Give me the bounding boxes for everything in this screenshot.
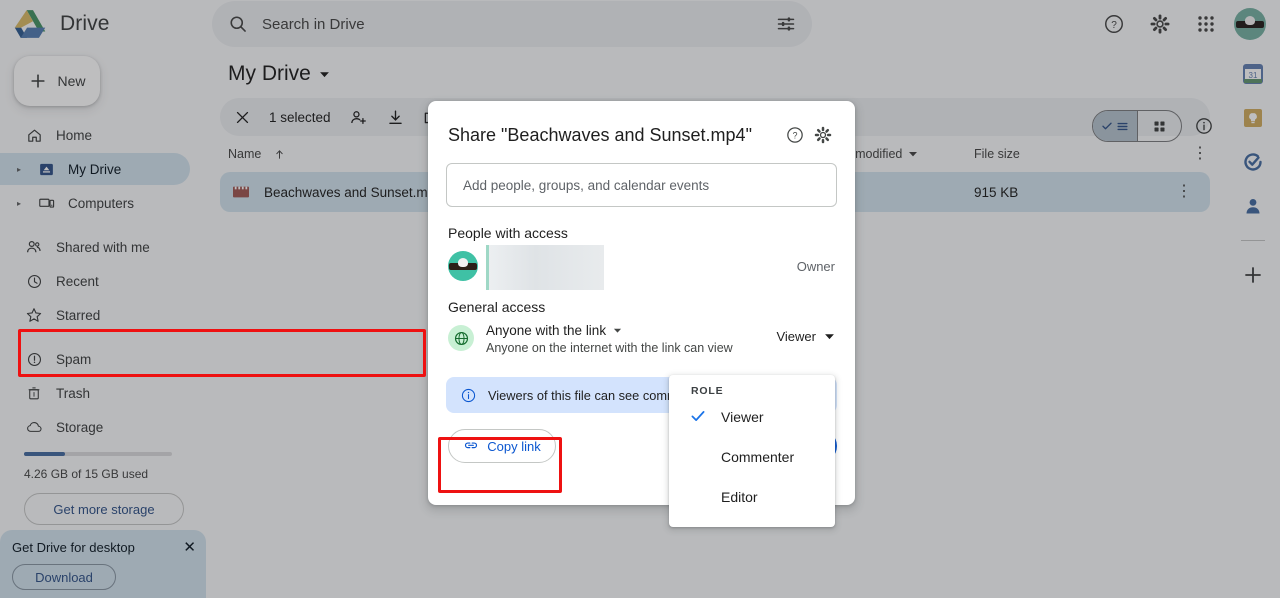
people-with-access-label: People with access [428,207,855,241]
role-dropdown-menu: ROLE Viewer Commenter Editor [669,375,835,527]
role-menu-item-label: Viewer [721,409,764,425]
link-icon [463,438,479,454]
person-role: Owner [797,259,835,274]
share-dialog-header: Share "Beachwaves and Sunset.mp4" ? [428,101,855,149]
copy-link-button[interactable]: Copy link [448,429,556,463]
role-selector-button[interactable]: Viewer [776,329,835,344]
role-menu-item-editor[interactable]: Editor [669,477,835,517]
role-selector-label: Viewer [776,329,816,344]
info-circle-icon [460,387,477,404]
share-dialog-title: Share "Beachwaves and Sunset.mp4" [448,125,781,146]
gear-icon[interactable] [809,121,837,149]
general-access-texts: Anyone with the link Anyone on the inter… [486,323,776,355]
check-icon [689,407,707,428]
role-menu-item-label: Editor [721,489,758,505]
general-access-subtitle: Anyone on the internet with the link can… [486,341,776,355]
role-menu-header: ROLE [669,383,835,397]
role-menu-item-commenter[interactable]: Commenter [669,437,835,477]
svg-text:?: ? [793,130,798,140]
person-info: a (you) @gmail.com [490,251,797,281]
general-access-title: Anyone with the link [486,323,606,338]
person-row: a (you) @gmail.com Owner [428,241,855,281]
add-people-input[interactable]: Add people, groups, and calendar events [446,163,837,207]
redaction-overlay [486,245,604,290]
chevron-down-icon [613,326,622,335]
help-circle-icon[interactable]: ? [781,121,809,149]
general-access-selector[interactable]: Anyone with the link [486,323,776,338]
chevron-down-icon [824,331,835,342]
general-access-row[interactable]: Anyone with the link Anyone on the inter… [428,315,855,355]
globe-icon [448,325,474,351]
role-menu-item-viewer[interactable]: Viewer [669,397,835,437]
person-avatar [448,251,478,281]
role-menu-item-label: Commenter [721,449,794,465]
add-people-placeholder: Add people, groups, and calendar events [463,178,709,193]
copy-link-label: Copy link [487,439,540,454]
